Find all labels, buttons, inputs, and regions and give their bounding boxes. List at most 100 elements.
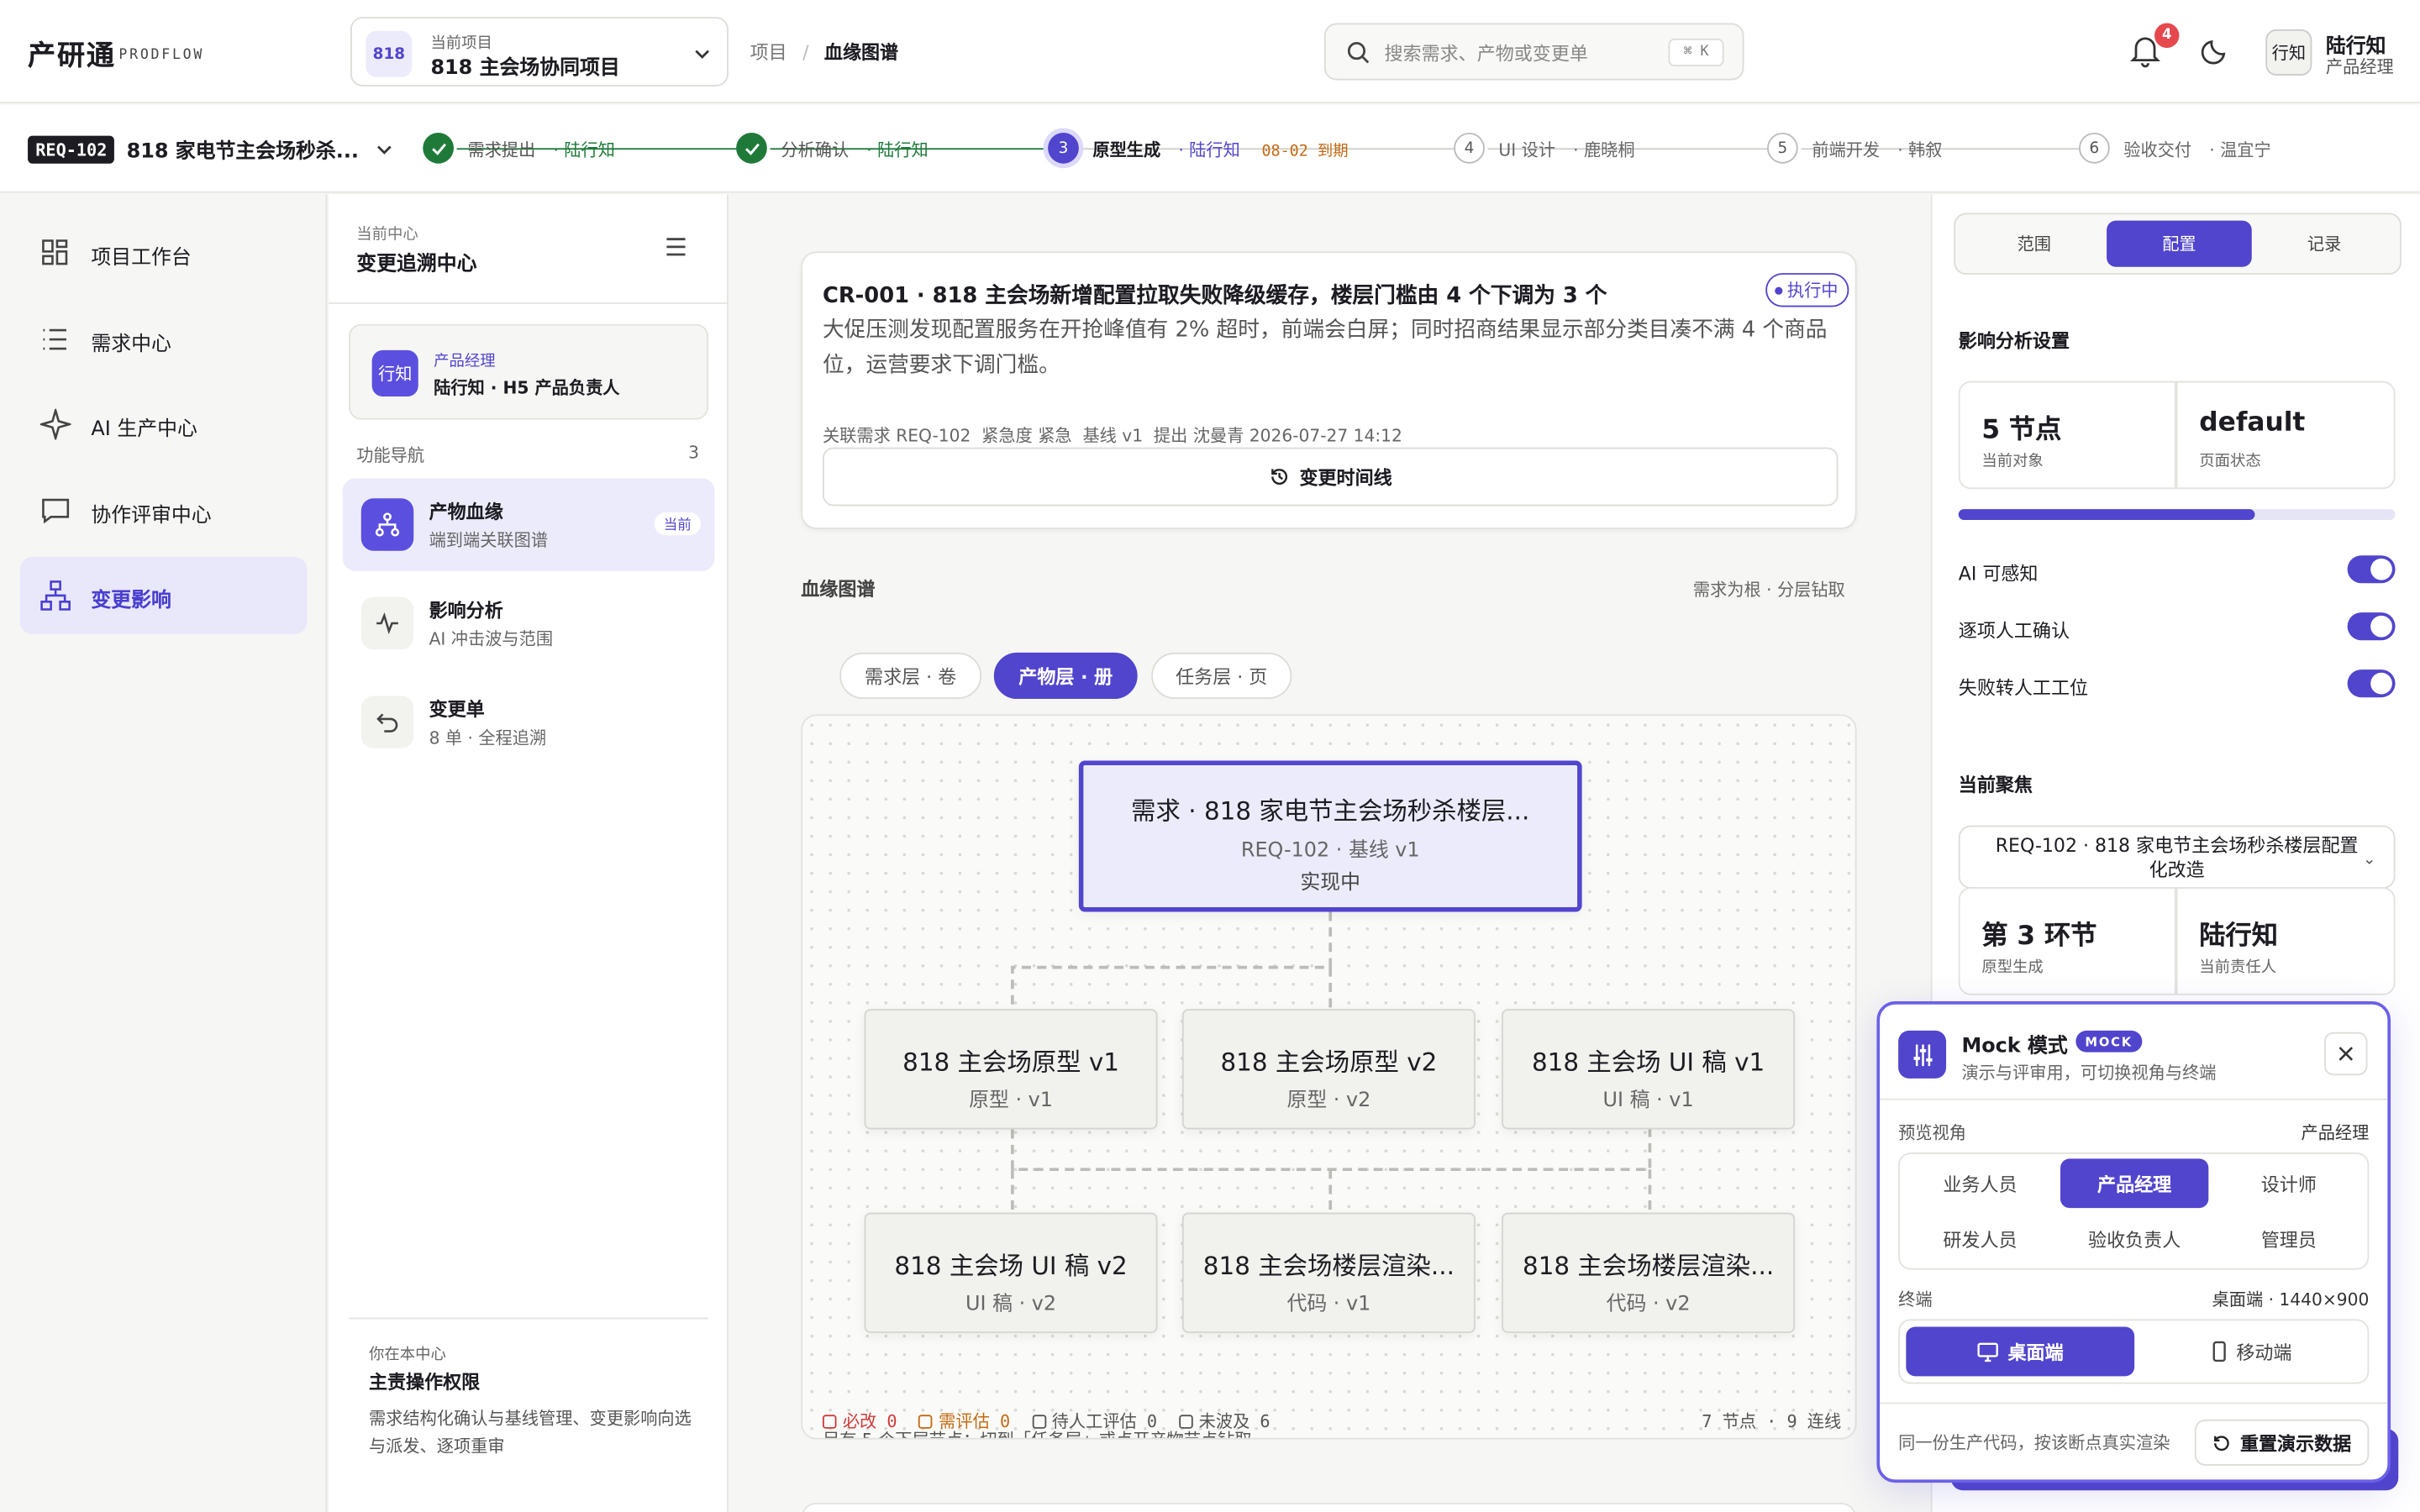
main-content: CR-001 · 818 主会场新增配置拉取失败降级缓存，楼层门槛由 4 个下调…: [729, 194, 1929, 1512]
node-title: 818 主会场 UI 稿 v2: [894, 1251, 1128, 1281]
focus-select[interactable]: REQ-102 · 818 家电节主会场秒杀楼层配置化改造: [1958, 825, 2396, 889]
layer-tab-3[interactable]: 任务层 · 页: [1151, 652, 1292, 700]
nav-item-2[interactable]: 需求中心: [20, 300, 308, 377]
stat-step: 第 3 环节 原型生成: [1958, 887, 2176, 995]
step-owner: · 陆行知: [860, 140, 929, 161]
dashboard-icon: [42, 239, 68, 265]
step-2-indicator[interactable]: [736, 132, 767, 164]
step-owner: · 温宜宁: [2203, 140, 2271, 161]
stat-caption: 原型生成: [1981, 959, 2044, 977]
project-switcher[interactable]: 818 当前项目 818 主会场协同项目: [350, 17, 729, 87]
role-option-6[interactable]: 管理员: [2215, 1214, 2363, 1263]
nav-item-4[interactable]: 协作评审中心: [20, 471, 308, 549]
undo-icon: [360, 696, 414, 748]
nav-item-label: 需求中心: [91, 332, 171, 356]
panel-tabs: 范围 配置 记录: [1954, 213, 2402, 275]
step-name: 前端开发: [1812, 140, 1881, 161]
lineage-node[interactable]: 818 主会场原型 v2 原型 · v2: [1181, 1009, 1476, 1130]
toggle-switch[interactable]: [2347, 555, 2396, 584]
stat-current-object: 5 节点 当前对象: [1958, 381, 2176, 490]
lineage-caption: 血缘图谱: [801, 578, 876, 601]
lineage-node[interactable]: 818 主会场楼层渲染... 代码 · v1: [1181, 1212, 1476, 1333]
lineage-node[interactable]: 818 主会场原型 v1 原型 · v1: [864, 1009, 1158, 1130]
reset-demo-button[interactable]: 重置演示数据: [2194, 1419, 2370, 1466]
breadcrumb: 项目 / 血缘图谱: [750, 39, 898, 65]
function-item-2[interactable]: 影响分析 AI 冲击波与范围: [343, 577, 715, 669]
step-6-label: 验收交付 · 温宜宁: [2123, 137, 2270, 161]
project-badge: 818: [366, 30, 413, 77]
stat-value: 陆行知: [2199, 921, 2278, 953]
toggle-switch[interactable]: [2347, 612, 2396, 641]
user-avatar[interactable]: 行知: [2265, 29, 2312, 76]
moon-icon[interactable]: [2199, 35, 2230, 66]
stat-owner: 陆行知 当前责任人: [2175, 887, 2396, 995]
history-icon: [1271, 469, 1288, 485]
sliders-icon: [1898, 1030, 1947, 1079]
stat-value: 5 节点: [1981, 415, 2062, 446]
nav-item-1[interactable]: 项目工作台: [20, 214, 308, 291]
root-node-state: 实现中: [1300, 871, 1361, 895]
user-role: 产品经理: [2325, 56, 2394, 77]
step-3-indicator[interactable]: 3: [1048, 132, 1079, 164]
toggle-row: AI 可感知: [1959, 555, 2396, 586]
step-name: 验收交付: [2123, 140, 2192, 161]
step-2-label: 分析确认 · 陆行知: [781, 137, 928, 161]
nav-item-label: AI 生产中心: [91, 417, 197, 442]
function-title: 变更单: [429, 699, 485, 721]
toggle-switch[interactable]: [2347, 669, 2396, 698]
panel-tab-3[interactable]: 记录: [2252, 221, 2397, 267]
change-request-card: CR-001 · 818 主会场新增配置拉取失败降级缓存，楼层门槛由 4 个下调…: [801, 251, 1857, 529]
chevron-down-icon[interactable]: [375, 140, 393, 159]
device-option-2[interactable]: 移动端: [2138, 1327, 2366, 1377]
node-title: 818 主会场楼层渲染...: [1522, 1251, 1775, 1281]
nav-item-3[interactable]: AI 生产中心: [20, 386, 308, 463]
role-option-5[interactable]: 验收负责人: [2060, 1214, 2208, 1263]
timeline-button[interactable]: 变更时间线: [822, 447, 1839, 507]
cr-status-badge: 执行中: [1765, 273, 1849, 307]
cr-meta: 关联需求 REQ-102 紧急度 紧急 基线 v1 提出 沈曼青 2026-07…: [822, 425, 1402, 446]
toggle-row: 失败转人工工位: [1959, 669, 2396, 701]
panel-tab-2[interactable]: 配置: [2107, 220, 2252, 267]
search-box[interactable]: 搜索需求、产物或变更单 ⌘ K: [1323, 23, 1744, 81]
lineage-node[interactable]: 818 主会场 UI 稿 v2 UI 稿 · v2: [864, 1212, 1158, 1333]
breadcrumb-root[interactable]: 项目: [750, 42, 787, 64]
node-sub: 原型 · v2: [1286, 1089, 1371, 1113]
toggle-row: 逐项人工确认: [1959, 612, 2396, 643]
function-item-3[interactable]: 变更单 8 单 · 全程追溯: [343, 675, 715, 768]
node-sub: 代码 · v2: [1606, 1293, 1691, 1316]
root-node-sub: REQ-102 · 基线 v1: [1240, 839, 1420, 863]
role-option-2[interactable]: 产品经理: [2060, 1158, 2209, 1209]
role-option-1[interactable]: 业务人员: [1906, 1158, 2054, 1208]
lineage-canvas[interactable]: 需求 · 818 家电节主会场秒杀楼层... REQ-102 · 基线 v1 实…: [801, 714, 1857, 1440]
step-5-indicator[interactable]: 5: [1767, 132, 1798, 164]
step-owner: · 韩叙: [1891, 140, 1943, 161]
view-caption: 预览视角: [1898, 1123, 1966, 1143]
lineage-node[interactable]: 818 主会场 UI 稿 v1 UI 稿 · v1: [1502, 1009, 1796, 1130]
toggle-label: AI 可感知: [1958, 563, 2039, 585]
step-1-indicator[interactable]: [423, 132, 454, 164]
role-option-3[interactable]: 设计师: [2215, 1158, 2363, 1208]
layer-tab-1[interactable]: 需求层 · 卷: [839, 652, 982, 700]
device-option-1[interactable]: 桌面端: [1906, 1326, 2135, 1377]
layer-tab-2[interactable]: 产物层 · 册: [993, 652, 1138, 700]
nav-item-5[interactable]: 变更影响: [19, 557, 308, 634]
close-button[interactable]: [2324, 1032, 2368, 1076]
function-item-1[interactable]: 产物血缘 端到端关联图谱 当前: [342, 478, 715, 571]
cr-description: 大促压测发现配置服务在开抢峰值有 2% 超时，前端会白屏；同时招商结果显示部分类…: [822, 318, 1828, 378]
check-icon: [431, 142, 446, 155]
nav-item-label: 协作评审中心: [91, 503, 212, 528]
lineage-node[interactable]: 818 主会场楼层渲染... 代码 · v2: [1502, 1212, 1796, 1333]
device-current: 桌面端 · 1440×900: [2212, 1289, 2370, 1310]
role-option-4[interactable]: 研发人员: [1906, 1214, 2054, 1263]
step-4-indicator[interactable]: 4: [1454, 132, 1485, 164]
step-6-indicator[interactable]: 6: [2079, 132, 2110, 164]
lineage-icon: [360, 498, 414, 551]
functions-caption: 功能导航: [356, 445, 425, 466]
menu-icon[interactable]: [666, 238, 687, 256]
lineage-root-node[interactable]: 需求 · 818 家电节主会场秒杀楼层... REQ-102 · 基线 v1 实…: [1078, 760, 1582, 912]
node-sub: UI 稿 · v2: [965, 1293, 1057, 1316]
panel-tab-1[interactable]: 范围: [1961, 221, 2107, 267]
legend-swatch: [1178, 1414, 1193, 1428]
function-title: 产物血缘: [429, 501, 503, 523]
stat-value: default: [2199, 407, 2306, 438]
